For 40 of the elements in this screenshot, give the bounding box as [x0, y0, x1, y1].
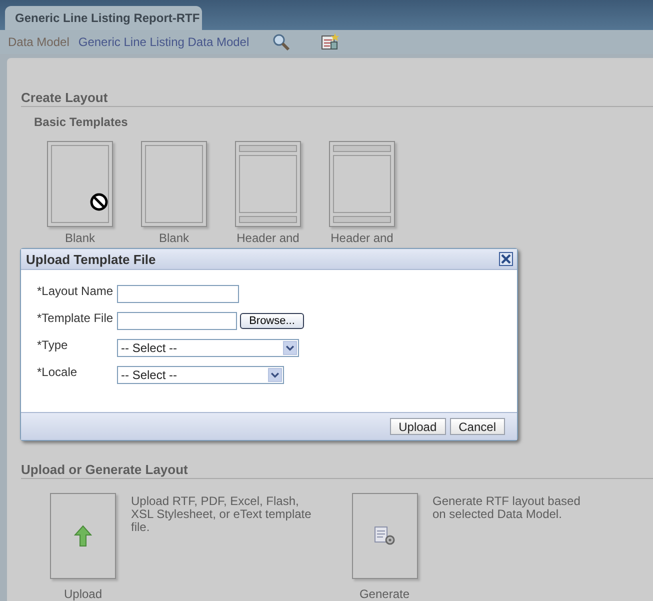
- field-label: *Type: [37, 338, 69, 352]
- section-title: Upload or Generate Layout: [21, 462, 653, 479]
- prohibited-icon: [89, 192, 109, 212]
- subsection-title: Basic Templates: [34, 115, 129, 129]
- layout-name-field[interactable]: [117, 284, 239, 302]
- upload-button[interactable]: Upload: [390, 418, 446, 435]
- option-description: Upload RTF, PDF, Excel, Flash, XSL Stylesheet, or eText template file.: [131, 495, 312, 536]
- document-star-icon[interactable]: [321, 33, 340, 51]
- option-label: Generate: [359, 587, 410, 601]
- template-label: Blank: [64, 231, 96, 245]
- template-label: Header and: [330, 231, 394, 245]
- select-field[interactable]: -- Select --: [117, 338, 299, 356]
- close-icon: [501, 254, 511, 264]
- chevron-icon: [283, 340, 297, 354]
- template-file-field[interactable]: [117, 312, 237, 330]
- field-label: *Template File: [37, 311, 114, 325]
- search-icon[interactable]: [272, 33, 290, 51]
- template-thumbnail[interactable]: [141, 141, 207, 227]
- option-description: Generate RTF layout based on selected Data Model.: [432, 495, 582, 523]
- option-label: Upload: [64, 587, 102, 601]
- section-title: Create Layout: [21, 90, 653, 107]
- browse-button[interactable]: Browse...: [240, 312, 304, 328]
- dialog-title: Upload Template File: [26, 252, 156, 266]
- template-label: Blank: [158, 231, 190, 245]
- template-thumbnail[interactable]: [235, 141, 301, 227]
- generate-tile[interactable]: [352, 493, 418, 579]
- report-tab[interactable]: Generic Line Listing Report-RTF: [5, 6, 202, 30]
- upload-tile[interactable]: [50, 493, 116, 579]
- template-label: Header and: [236, 231, 300, 245]
- field-label: *Locale: [37, 365, 78, 379]
- cancel-button[interactable]: Cancel: [450, 418, 505, 435]
- select-field[interactable]: -- Select --: [117, 366, 284, 384]
- document-gear-icon: [374, 526, 396, 546]
- breadcrumb-label: Data Model: [8, 35, 70, 49]
- up-arrow-icon: [74, 525, 92, 547]
- template-thumbnail[interactable]: [329, 141, 395, 227]
- chevron-icon: [268, 368, 282, 382]
- template-thumbnail[interactable]: [47, 141, 113, 227]
- field-label: *Layout Name: [37, 284, 114, 298]
- close-button[interactable]: [499, 252, 513, 266]
